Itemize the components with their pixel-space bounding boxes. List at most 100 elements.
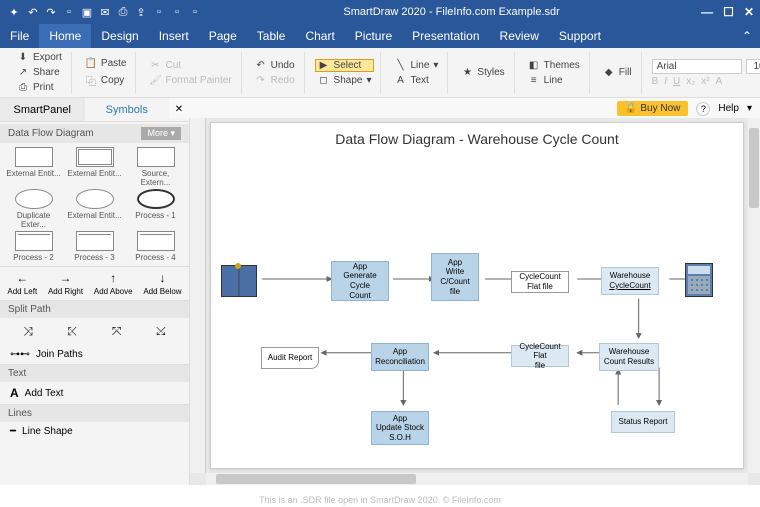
print-button[interactable]: ⎙Print [14, 81, 65, 94]
shape-item[interactable]: Process - 3 [65, 231, 124, 262]
help-icon[interactable]: ? [696, 102, 710, 116]
share-button[interactable]: ↗Share [14, 66, 65, 79]
add-right-button[interactable]: →Add Right [48, 271, 83, 296]
underline-button[interactable]: U [673, 76, 680, 87]
font-size-select[interactable]: 10 [746, 59, 760, 74]
menu-table[interactable]: Table [247, 24, 296, 48]
close-panel-icon[interactable]: ✕ [169, 98, 189, 121]
vertical-scrollbar[interactable] [748, 118, 760, 473]
menu-picture[interactable]: Picture [345, 24, 402, 48]
menu-presentation[interactable]: Presentation [402, 24, 489, 48]
minimize-button[interactable]: — [701, 5, 713, 19]
copy-button[interactable]: ⿻Copy [82, 72, 130, 89]
styles-button[interactable]: ★Styles [458, 66, 507, 79]
tab-symbols[interactable]: Symbols [85, 98, 170, 121]
subscript-button[interactable]: x₂ [686, 76, 695, 87]
window-controls: — ☐ ✕ [701, 5, 754, 19]
add-text-button[interactable]: AAdd Text [0, 382, 189, 404]
print-icon[interactable]: ⎙ [116, 5, 130, 19]
lines-section-header: Lines [0, 405, 189, 422]
fill-button[interactable]: ◆Fill [600, 66, 635, 79]
node-source-book[interactable] [219, 263, 259, 299]
text-tool[interactable]: AText [391, 74, 441, 87]
buy-now-button[interactable]: 🔒 Buy Now [617, 101, 688, 116]
drawing-canvas[interactable]: Data Flow Diagram - Warehouse Cycle Coun… [210, 122, 744, 469]
node-status-report[interactable]: Status Report [611, 411, 675, 433]
menu-page[interactable]: Page [199, 24, 247, 48]
side-panel: SmartPanel Symbols ✕ Data Flow Diagram M… [0, 118, 190, 485]
superscript-button[interactable]: x² [701, 76, 709, 87]
doc3-icon[interactable]: ▫ [188, 5, 202, 19]
doc1-icon[interactable]: ▫ [152, 5, 166, 19]
add-left-button[interactable]: ←Add Left [7, 271, 37, 296]
node-audit-report[interactable]: Audit Report [261, 347, 319, 369]
shape-item[interactable]: External Entit... [65, 147, 124, 187]
export-icon[interactable]: ⇪ [134, 5, 148, 19]
add-above-button[interactable]: ↑Add Above [94, 271, 133, 296]
line-shape-button[interactable]: ━Line Shape [0, 422, 189, 441]
split-option-1[interactable]: ⤨ [23, 324, 33, 339]
new-icon[interactable]: ▫ [62, 5, 76, 19]
redo-button[interactable]: ↷Redo [252, 74, 298, 87]
node-warehouse-cyclecount[interactable]: WarehouseCycleCount [601, 267, 659, 295]
format-painter-button[interactable]: 🖌Format Painter [146, 74, 234, 87]
window-title: SmartDraw 2020 - FileInfo.com Example.sd… [202, 6, 701, 18]
menu-home[interactable]: Home [39, 24, 91, 48]
redo-icon[interactable]: ↷ [44, 5, 58, 19]
node-cyclecount-flatfile-2[interactable]: CycleCount Flatfile [511, 345, 569, 367]
shape-item[interactable]: External Entit... [4, 147, 63, 187]
node-cyclecount-flatfile[interactable]: CycleCountFlat file [511, 271, 569, 293]
select-tool[interactable]: ▶Select [315, 59, 375, 72]
export-button[interactable]: ⬇Export [14, 51, 65, 64]
menu-chart[interactable]: Chart [295, 24, 344, 48]
shape-item[interactable]: Process - 1 [126, 189, 185, 229]
shape-item[interactable]: External Entit... [65, 189, 124, 229]
menu-support[interactable]: Support [549, 24, 611, 48]
quick-access-toolbar: ↶ ↷ ▫ ▣ ✉ ⎙ ⇪ ▫ ▫ ▫ [26, 5, 202, 19]
fontcolor-button[interactable]: A [715, 76, 722, 87]
node-warehouse-results[interactable]: WarehouseCount Results [599, 343, 659, 371]
node-app-reconciliation[interactable]: AppReconciliation [371, 343, 429, 371]
split-option-2[interactable]: ⤪ [68, 324, 78, 339]
diagram-title: Data Flow Diagram - Warehouse Cycle Coun… [211, 123, 743, 151]
tab-smartpanel[interactable]: SmartPanel [0, 98, 85, 121]
undo-button[interactable]: ↶Undo [252, 59, 298, 72]
bold-button[interactable]: B [652, 76, 659, 87]
themes-button[interactable]: ◧Themes [525, 59, 583, 72]
more-symbols-button[interactable]: More ▾ [141, 127, 181, 140]
horizontal-scrollbar[interactable] [206, 473, 748, 485]
collapse-ribbon-icon[interactable]: ⌃ [742, 29, 752, 43]
shape-tool[interactable]: ◻Shape ▾ [315, 74, 375, 87]
save-icon[interactable]: ▣ [80, 5, 94, 19]
dropdown-icon[interactable]: ▾ [747, 103, 752, 114]
shape-item[interactable]: Process - 2 [4, 231, 63, 262]
maximize-button[interactable]: ☐ [723, 5, 734, 19]
split-option-4[interactable]: ⤩ [156, 324, 166, 339]
doc2-icon[interactable]: ▫ [170, 5, 184, 19]
mail-icon[interactable]: ✉ [98, 5, 112, 19]
menu-file[interactable]: File [0, 24, 39, 48]
canvas-area: Data Flow Diagram - Warehouse Cycle Coun… [190, 118, 760, 485]
node-app-write[interactable]: AppWriteC/Countfile [431, 253, 479, 301]
font-name-select[interactable]: Arial [652, 59, 742, 74]
node-calculator[interactable] [683, 261, 715, 299]
shape-item[interactable]: Duplicate Exter... [4, 189, 63, 229]
node-app-generate[interactable]: AppGenerate CycleCount [331, 261, 389, 301]
menu-insert[interactable]: Insert [149, 24, 199, 48]
close-button[interactable]: ✕ [744, 5, 754, 19]
paste-button[interactable]: 📋Paste [82, 57, 130, 70]
split-option-3[interactable]: ⤧ [112, 324, 122, 339]
menu-design[interactable]: Design [91, 24, 148, 48]
line-style-button[interactable]: ≡Line [525, 74, 583, 87]
split-path-header: Split Path [0, 301, 189, 318]
undo-icon[interactable]: ↶ [26, 5, 40, 19]
cut-button[interactable]: ✂Cut [146, 59, 234, 72]
shape-item[interactable]: Source, Extern... [126, 147, 185, 187]
add-below-button[interactable]: ↓Add Below [143, 271, 181, 296]
menu-review[interactable]: Review [490, 24, 549, 48]
italic-button[interactable]: I [664, 76, 667, 87]
join-paths-button[interactable]: ⊶⊷Join Paths [0, 345, 189, 364]
shape-item[interactable]: Process - 4 [126, 231, 185, 262]
node-app-update-stock[interactable]: AppUpdate StockS.O.H [371, 411, 429, 445]
line-tool[interactable]: ╲Line ▾ [391, 59, 441, 72]
